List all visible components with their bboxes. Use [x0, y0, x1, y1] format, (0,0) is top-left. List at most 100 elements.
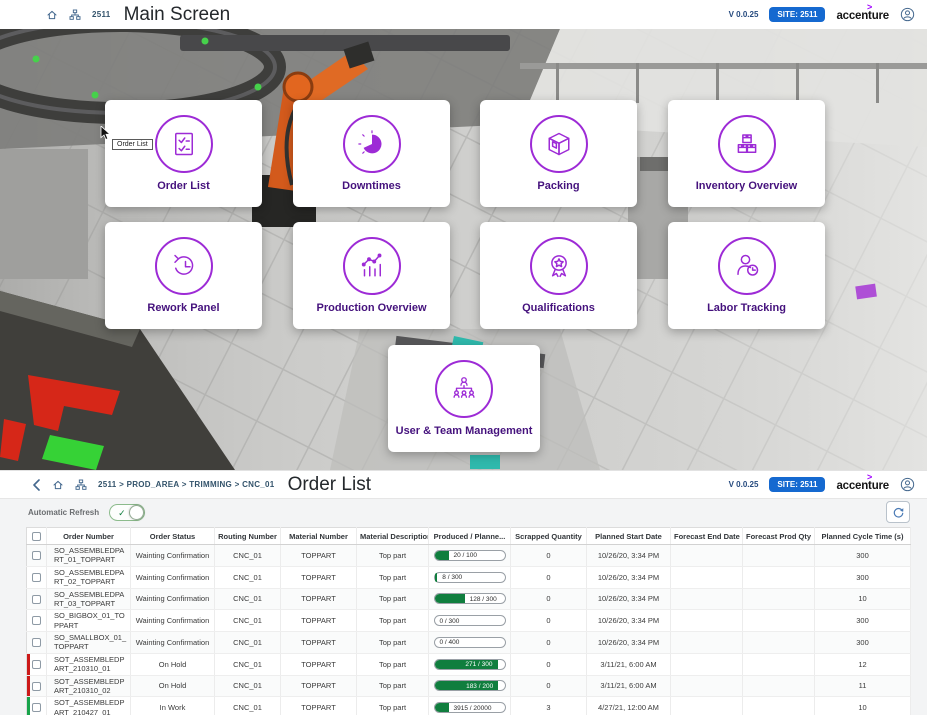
- org-chart-icon: [435, 360, 493, 418]
- col-forecast-end-date[interactable]: Forecast End Date: [671, 528, 743, 545]
- row-status-stripe: [27, 697, 30, 715]
- cell-order-status: Wainting Confirmation: [131, 610, 215, 632]
- cell-produced-planned: 271 / 300: [429, 653, 511, 675]
- col-order-number[interactable]: Order Number: [47, 528, 131, 545]
- col-scrapped-quantity[interactable]: Scrapped Quantity: [511, 528, 587, 545]
- cell-planned-cycle-time: 12: [815, 653, 911, 675]
- order-table-body: SO_ASSEMBLEDPART_01_TOPPARTWainting Conf…: [27, 545, 911, 715]
- back-icon[interactable]: [32, 479, 41, 491]
- history-clock-icon: [155, 237, 213, 295]
- produced-progressbar: 8 / 300: [434, 572, 506, 583]
- cell-routing-number: CNC_01: [215, 675, 281, 697]
- refresh-button[interactable]: [886, 501, 910, 523]
- cell-material-description: Top part: [357, 545, 429, 567]
- site-badge: SITE: 2511: [769, 7, 825, 22]
- table-row[interactable]: SO_ASSEMBLEDPART_03_TOPPARTWainting Conf…: [27, 588, 911, 610]
- col-material-number[interactable]: Material Number: [281, 528, 357, 545]
- accenture-logo: >accenture: [836, 477, 889, 492]
- tile-qualifications[interactable]: Qualifications: [480, 222, 637, 329]
- row-checkbox[interactable]: [32, 573, 41, 582]
- cell-produced-planned: 183 / 200: [429, 675, 511, 697]
- tile-label: Downtimes: [336, 180, 407, 192]
- table-row[interactable]: SOT_ASSEMBLEDPART_210310_01On HoldCNC_01…: [27, 653, 911, 675]
- tile-production-overview[interactable]: Production Overview: [293, 222, 450, 329]
- tile-packing[interactable]: Packing: [480, 100, 637, 207]
- select-all-checkbox[interactable]: [32, 532, 41, 541]
- tile-order-list[interactable]: Order List: [105, 100, 262, 207]
- cell-order-number: SOT_ASSEMBLEDPART_210310_01: [47, 653, 131, 675]
- produced-progressbar: 0 / 400: [434, 637, 506, 648]
- col-forecast-prod-qty[interactable]: Forecast Prod Qty: [743, 528, 815, 545]
- cell-planned-start-date: 10/26/20, 3:34 PM: [587, 545, 671, 567]
- hierarchy-icon[interactable]: [69, 9, 81, 21]
- row-checkbox[interactable]: [32, 703, 41, 712]
- table-row[interactable]: SO_SMALLBOX_01_TOPPARTWainting Confirmat…: [27, 632, 911, 654]
- cell-scrapped-quantity: 0: [511, 588, 587, 610]
- tile-labor-tracking[interactable]: Labor Tracking: [668, 222, 825, 329]
- user-avatar-icon[interactable]: [900, 477, 915, 492]
- cell-planned-cycle-time: 10: [815, 697, 911, 715]
- row-checkbox[interactable]: [32, 638, 41, 647]
- tile-rework-panel[interactable]: Rework Panel: [105, 222, 262, 329]
- cell-produced-planned: 0 / 400: [429, 632, 511, 654]
- auto-refresh-toggle[interactable]: ✓: [109, 504, 145, 521]
- box-icon: [530, 115, 588, 173]
- cell-routing-number: CNC_01: [215, 632, 281, 654]
- cell-order-status: Wainting Confirmation: [131, 588, 215, 610]
- row-checkbox[interactable]: [32, 660, 41, 669]
- cell-forecast-prod-qty: [743, 675, 815, 697]
- col-routing-number[interactable]: Routing Number: [215, 528, 281, 545]
- hierarchy-icon[interactable]: [75, 479, 87, 491]
- user-avatar-icon[interactable]: [900, 7, 915, 22]
- home-icon[interactable]: [52, 479, 64, 491]
- col-material-description[interactable]: Material Description: [357, 528, 429, 545]
- checklist-icon: [155, 115, 213, 173]
- breadcrumb[interactable]: 2511 > PROD_AREA > TRIMMING > CNC_01: [98, 480, 275, 489]
- cell-material-number: TOPPART: [281, 545, 357, 567]
- col-planned-cycle-time[interactable]: Planned Cycle Time (s): [815, 528, 911, 545]
- cell-planned-cycle-time: 11: [815, 675, 911, 697]
- cell-forecast-end-date: [671, 545, 743, 567]
- table-header-row: Order Number Order Status Routing Number…: [27, 528, 911, 545]
- row-select-cell: [27, 545, 47, 567]
- tile-downtimes[interactable]: Downtimes: [293, 100, 450, 207]
- col-planned-start-date[interactable]: Planned Start Date: [587, 528, 671, 545]
- cell-material-description: Top part: [357, 632, 429, 654]
- table-row[interactable]: SO_BIGBOX_01_TOPPARTWainting Confirmatio…: [27, 610, 911, 632]
- cell-order-number: SO_ASSEMBLEDPART_02_TOPPART: [47, 566, 131, 588]
- row-select-cell: [27, 566, 47, 588]
- row-checkbox[interactable]: [32, 682, 41, 691]
- cell-material-number: TOPPART: [281, 566, 357, 588]
- cell-material-description: Top part: [357, 697, 429, 715]
- row-status-stripe: [27, 676, 30, 697]
- bar-chart-icon: [343, 237, 401, 295]
- cell-scrapped-quantity: 0: [511, 675, 587, 697]
- cell-order-number: SO_ASSEMBLEDPART_03_TOPPART: [47, 588, 131, 610]
- accenture-symbol-icon: >: [867, 2, 872, 12]
- table-row[interactable]: SO_ASSEMBLEDPART_02_TOPPARTWainting Conf…: [27, 566, 911, 588]
- cell-material-number: TOPPART: [281, 675, 357, 697]
- col-produced-planned[interactable]: Produced / Planne...: [429, 528, 511, 545]
- tile-label: Order List: [151, 180, 216, 192]
- cell-material-description: Top part: [357, 653, 429, 675]
- tile-inventory-overview[interactable]: Inventory Overview: [668, 100, 825, 207]
- produced-progressbar: 3915 / 20000: [434, 702, 506, 713]
- cell-forecast-end-date: [671, 653, 743, 675]
- toggle-knob: [129, 505, 144, 520]
- row-checkbox[interactable]: [32, 595, 41, 604]
- home-icon[interactable]: [46, 9, 58, 21]
- tile-label: Rework Panel: [141, 302, 225, 314]
- table-row[interactable]: SO_ASSEMBLEDPART_01_TOPPARTWainting Conf…: [27, 545, 911, 567]
- cell-planned-start-date: 10/26/20, 3:34 PM: [587, 588, 671, 610]
- table-row[interactable]: SOT_ASSEMBLEDPART_210310_02On HoldCNC_01…: [27, 675, 911, 697]
- table-row[interactable]: SOT_ASSEMBLEDPART_210427_01In WorkCNC_01…: [27, 697, 911, 715]
- row-checkbox[interactable]: [32, 551, 41, 560]
- cell-forecast-end-date: [671, 588, 743, 610]
- cell-forecast-end-date: [671, 675, 743, 697]
- cell-order-number: SO_ASSEMBLEDPART_01_TOPPART: [47, 545, 131, 567]
- cell-order-status: On Hold: [131, 653, 215, 675]
- row-checkbox[interactable]: [32, 616, 41, 625]
- col-order-status[interactable]: Order Status: [131, 528, 215, 545]
- tile-user-team-management[interactable]: User & Team Management: [388, 345, 540, 452]
- cell-scrapped-quantity: 0: [511, 545, 587, 567]
